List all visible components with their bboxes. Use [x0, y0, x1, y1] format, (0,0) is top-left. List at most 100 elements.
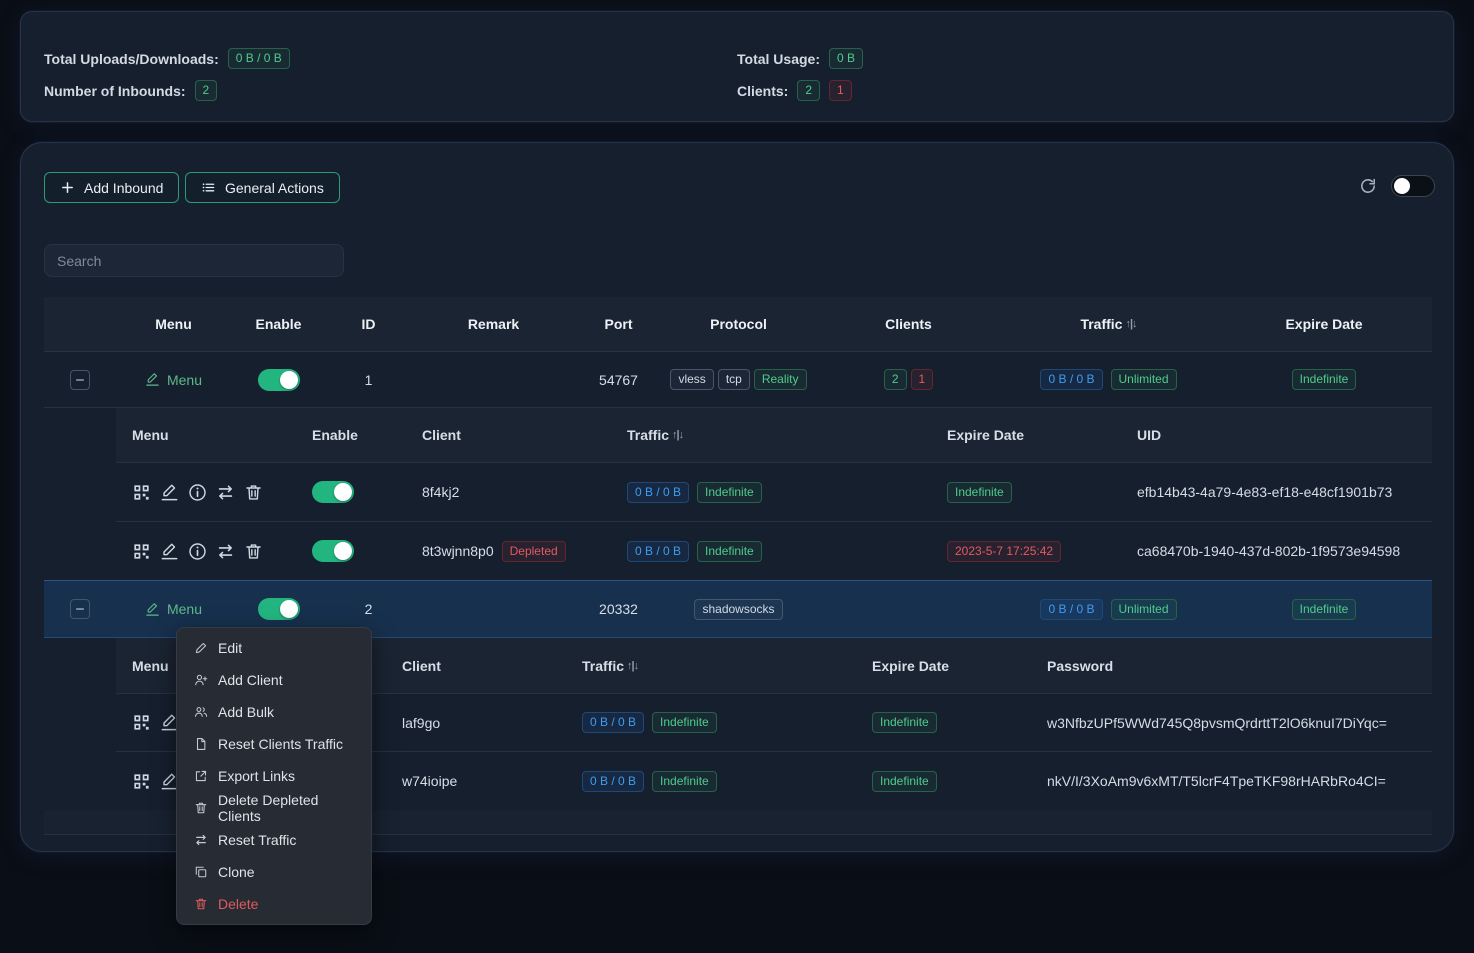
stat-label: Clients:	[737, 83, 788, 99]
client-actions	[116, 463, 296, 521]
client-uid: ca68470b-1940-437d-802b-1f9573e94598	[1121, 522, 1432, 580]
edit-icon	[194, 641, 208, 655]
menu-item-label: Add Client	[218, 672, 283, 688]
menu-item-add-client[interactable]: Add Client	[177, 664, 371, 696]
header-id: ID	[326, 297, 411, 351]
sort-icon: ↑|↓	[1125, 318, 1136, 330]
menu-item-add-bulk[interactable]: Add Bulk	[177, 696, 371, 728]
header-traffic-sort[interactable]: Traffic ↑|↓	[1001, 297, 1216, 351]
list-icon	[201, 180, 216, 195]
enable-switch[interactable]	[312, 540, 354, 562]
header-uid: UID	[1121, 408, 1432, 462]
minus-icon	[74, 374, 86, 386]
export-icon	[194, 769, 208, 783]
inbound-remark	[411, 352, 576, 407]
header-menu: Menu	[116, 408, 296, 462]
protocol-tag: Reality	[754, 369, 807, 390]
reset-traffic-icon[interactable]	[216, 542, 235, 561]
menu-item-label: Export Links	[218, 768, 295, 784]
traffic-total-badge: Indefinite	[652, 771, 717, 792]
menu-item-label: Delete Depleted Clients	[218, 792, 354, 824]
delete-icon[interactable]	[244, 542, 263, 561]
info-icon[interactable]	[188, 542, 207, 561]
edit-icon	[145, 602, 160, 617]
enable-switch[interactable]	[258, 598, 300, 620]
plus-icon	[60, 180, 75, 195]
enable-cell	[296, 463, 406, 521]
traffic-cell: 0 B / 0 B Indefinite	[566, 694, 856, 751]
menu-item-export-links[interactable]: Export Links	[177, 760, 371, 792]
stat-inbounds-badge: 2	[195, 80, 218, 101]
qr-code-icon[interactable]	[132, 542, 151, 561]
stat-number-of-inbounds: Number of Inbounds: 2	[44, 80, 217, 101]
edit-icon[interactable]	[160, 542, 179, 561]
clients-header-row: Menu Enable Client Traffic ↑|↓ Expire Da…	[116, 408, 1432, 463]
traffic-badge: 0 B / 0 B	[627, 541, 689, 562]
refresh-icon[interactable]	[1359, 177, 1377, 195]
menu-item-label: Delete	[218, 896, 258, 912]
expire-cell: Indefinite	[1216, 352, 1432, 407]
clients-depleted-badge: 1	[911, 369, 934, 390]
stat-label: Total Uploads/Downloads:	[44, 51, 219, 67]
menu-item-edit[interactable]: Edit	[177, 632, 371, 664]
header-menu: Menu	[116, 297, 231, 351]
menu-item-delete[interactable]: Delete	[177, 888, 371, 920]
client-actions	[116, 522, 296, 580]
general-actions-button[interactable]: General Actions	[185, 172, 340, 203]
info-icon[interactable]	[188, 483, 207, 502]
inbounds-panel: Add Inbound General Actions Menu Enable …	[20, 142, 1454, 852]
traffic-total-badge: Unlimited	[1111, 599, 1177, 620]
header-traffic-sort[interactable]: Traffic ↑|↓	[566, 638, 856, 693]
delete-icon[interactable]	[244, 483, 263, 502]
menu-item-label: Edit	[218, 640, 242, 656]
protocol-cell: vless tcp Reality	[661, 352, 816, 407]
stat-label: Total Usage:	[737, 51, 820, 67]
dark-mode-toggle[interactable]	[1391, 175, 1435, 197]
qr-code-icon[interactable]	[132, 713, 151, 732]
enable-switch[interactable]	[258, 369, 300, 391]
header-clients: Clients	[816, 297, 1001, 351]
trash-icon	[194, 801, 208, 815]
menu-item-label: Reset Traffic	[218, 832, 296, 848]
header-traffic-sort[interactable]: Traffic ↑|↓	[611, 408, 931, 462]
inbound-menu-button[interactable]: Menu	[145, 601, 202, 617]
traffic-total-badge: Indefinite	[652, 712, 717, 733]
menu-item-delete-depleted-clients[interactable]: Delete Depleted Clients	[177, 792, 371, 824]
general-actions-label: General Actions	[225, 180, 324, 196]
traffic-badge: 0 B / 0 B	[627, 482, 689, 503]
traffic-total-badge: Indefinite	[697, 541, 762, 562]
switch-knob	[334, 542, 352, 560]
sort-icon: ↑|↓	[672, 429, 683, 441]
traffic-badge: 0 B / 0 B	[1040, 599, 1102, 620]
reset-traffic-icon[interactable]	[216, 483, 235, 502]
stat-clients-depleted-badge: 1	[829, 80, 852, 101]
inbound-row-1: Menu 1 54767 vless tcp Reality 2 1 0 B /…	[44, 352, 1432, 408]
collapse-row-button[interactable]	[70, 599, 90, 619]
expire-cell: Indefinite	[856, 694, 1031, 751]
expire-cell: Indefinite	[1216, 581, 1432, 637]
switch-knob	[280, 600, 298, 618]
client-password: w3NfbzUPf5WWd745Q8pvsmQrdrttT2lO6knuI7Di…	[1031, 694, 1432, 751]
header-expire-date: Expire Date	[931, 408, 1121, 462]
header-remark: Remark	[411, 297, 576, 351]
expire-cell: Indefinite	[931, 463, 1121, 521]
header-expand	[44, 297, 116, 351]
collapse-row-button[interactable]	[70, 370, 90, 390]
uid-value: ca68470b-1940-437d-802b-1f9573e94598	[1137, 543, 1400, 559]
qr-code-icon[interactable]	[132, 772, 151, 791]
menu-item-reset-traffic[interactable]: Reset Traffic	[177, 824, 371, 856]
add-inbound-button[interactable]: Add Inbound	[44, 172, 179, 203]
switch-knob	[280, 371, 298, 389]
clients-cell	[816, 581, 1001, 637]
search-input[interactable]	[44, 244, 344, 277]
qr-code-icon[interactable]	[132, 483, 151, 502]
protocol-cell: shadowsocks	[661, 581, 816, 637]
expire-badge: Indefinite	[947, 482, 1012, 503]
menu-item-clone[interactable]: Clone	[177, 856, 371, 888]
enable-switch[interactable]	[312, 481, 354, 503]
inbound-menu-button[interactable]: Menu	[145, 372, 202, 388]
expand-cell	[44, 581, 116, 637]
menu-item-reset-clients-traffic[interactable]: Reset Clients Traffic	[177, 728, 371, 760]
edit-icon[interactable]	[160, 483, 179, 502]
stat-usage-badge: 0 B	[829, 48, 863, 69]
